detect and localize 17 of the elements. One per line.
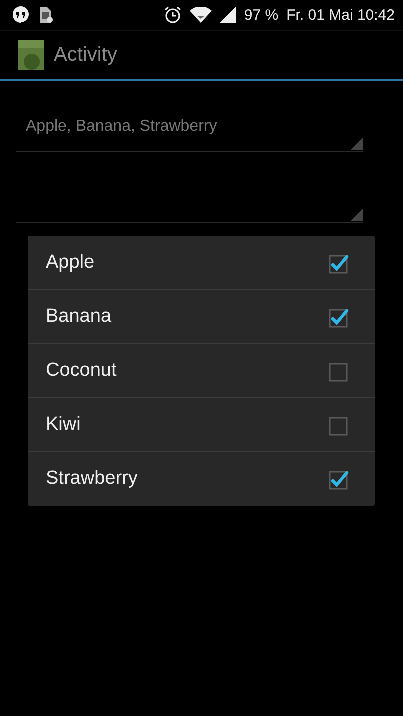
dropdown-spinner[interactable]: Apple, Banana, Strawberry — [16, 103, 363, 152]
wifi-icon — [190, 7, 212, 23]
dropdown-corner-icon — [351, 209, 363, 221]
android-app-icon[interactable] — [18, 40, 44, 70]
signal-icon — [220, 7, 236, 23]
date-time: Fr. 01 Mai 10:42 — [286, 6, 395, 24]
battery-percentage: 97 % — [244, 6, 279, 24]
dropdown-corner-icon — [351, 138, 363, 150]
chat-bubble-icon — [12, 6, 30, 24]
option-label[interactable]: Banana — [46, 306, 112, 328]
option-label[interactable]: Coconut — [46, 360, 117, 382]
sim-card-icon — [38, 6, 54, 24]
option-label[interactable]: Kiwi — [46, 414, 81, 436]
option-label[interactable]: Strawberry — [46, 468, 138, 490]
option-label[interactable]: Apple — [46, 252, 95, 274]
alarm-clock-icon — [164, 6, 182, 24]
activity-title: Activity — [54, 44, 118, 66]
